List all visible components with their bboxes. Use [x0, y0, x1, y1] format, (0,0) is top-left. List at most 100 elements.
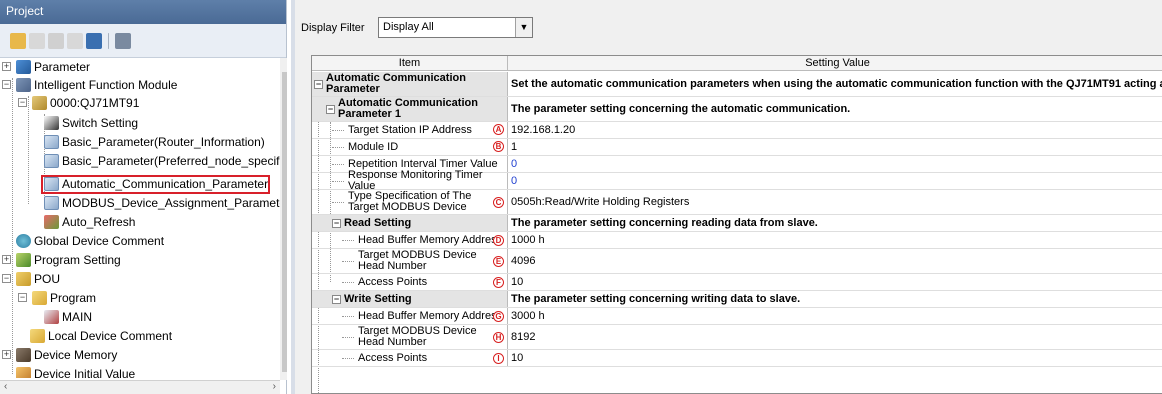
setting-value[interactable]: 0505h:Read/Write Holding Registers [508, 190, 1162, 214]
table-row: − Read Setting The parameter setting con… [312, 215, 1162, 232]
auto-refresh-icon [44, 215, 59, 229]
setting-value[interactable]: 192.168.1.20 [508, 122, 1162, 138]
device-memory-icon [16, 348, 31, 362]
annotation-marker: C [493, 197, 504, 208]
folder-icon [32, 291, 47, 305]
tree-item-global-device-comment[interactable]: Global Device Comment [16, 232, 164, 250]
pou-icon [16, 272, 31, 286]
program-setting-icon [16, 253, 31, 267]
tree-item-device-memory[interactable]: + Device Memory [0, 346, 117, 364]
setting-value[interactable]: 1000 h [508, 232, 1162, 248]
table-row[interactable]: Type Specification of The Target MODBUS … [312, 190, 1162, 215]
annotation-marker: E [493, 256, 504, 267]
expand-icon[interactable]: + [2, 255, 11, 264]
tree-item-auto-refresh[interactable]: Auto_Refresh [44, 213, 135, 231]
setting-value[interactable]: 8192 [508, 325, 1162, 349]
toolbar-separator [108, 32, 109, 49]
module-unit-icon [32, 96, 47, 110]
setting-value[interactable]: 0 [508, 156, 1162, 172]
save-icon[interactable] [86, 32, 102, 49]
tree-item-basic-parameter-preferred[interactable]: Basic_Parameter(Preferred_node_specifica… [44, 152, 280, 170]
scroll-right-icon[interactable]: › [273, 381, 276, 392]
tree-item-switch-setting[interactable]: Switch Setting [44, 114, 138, 132]
scroll-left-icon[interactable]: ‹ [4, 381, 7, 392]
table-row[interactable]: Module ID B 1 [312, 139, 1162, 156]
expand-icon[interactable]: + [2, 350, 11, 359]
project-pane-title: Project [0, 0, 286, 24]
tree-item-parameter[interactable]: + Parameter [0, 58, 90, 76]
column-header-setting-value[interactable]: Setting Value [508, 56, 1162, 71]
project-pane: Project + Parameter − Intelligent Functi… [0, 0, 287, 394]
display-filter-value: Display All [383, 21, 434, 33]
setting-value[interactable]: 3000 h [508, 308, 1162, 324]
tree-item-basic-parameter-router[interactable]: Basic_Parameter(Router_Information) [44, 133, 265, 151]
annotation-marker: G [493, 311, 504, 322]
display-filter-select[interactable]: Display All ▼ [378, 17, 533, 38]
settings-panel: Display Filter Display All ▼ Item Settin… [291, 0, 1162, 394]
tree-horizontal-scrollbar[interactable]: ‹ › [0, 380, 280, 394]
collapse-icon[interactable]: − [314, 80, 323, 89]
table-row: − Write Setting The parameter setting co… [312, 291, 1162, 308]
filter-bar: Display Filter Display All ▼ [295, 0, 1162, 48]
collapse-icon[interactable]: − [326, 105, 335, 114]
table-row: − Automatic Communication Parameter Set … [312, 72, 1162, 97]
setting-value[interactable]: 10 [508, 274, 1162, 290]
project-tree: + Parameter − Intelligent Function Modul… [0, 58, 280, 378]
display-filter-label: Display Filter [301, 22, 365, 34]
tree-item-local-device-comment[interactable]: Local Device Comment [30, 327, 172, 345]
table-row[interactable]: Target Station IP Address A 192.168.1.20 [312, 122, 1162, 139]
collapse-icon[interactable]: − [18, 293, 27, 302]
folder-icon [30, 329, 45, 343]
paste-icon[interactable] [67, 32, 83, 49]
parameter-grid: Item Setting Value − Automatic Communica… [311, 55, 1162, 394]
tree-item-modbus-device-assignment[interactable]: MODBUS_Device_Assignment_Parameter [44, 194, 280, 212]
tree-item-intelligent-function-module[interactable]: − Intelligent Function Module [0, 76, 177, 94]
annotation-marker: F [493, 277, 504, 288]
table-row[interactable]: Access Points I 10 [312, 350, 1162, 367]
tree-item-program-setting[interactable]: + Program Setting [0, 251, 121, 269]
globe-icon [16, 234, 31, 248]
properties-icon[interactable] [115, 32, 131, 49]
parameter-icon [16, 60, 31, 74]
parameter-file-icon [44, 135, 59, 149]
annotation-marker: D [493, 235, 504, 246]
parameter-file-icon [44, 154, 59, 168]
setting-value[interactable]: 4096 [508, 249, 1162, 273]
tree-item-program[interactable]: − Program [16, 289, 96, 307]
table-row[interactable]: Head Buffer Memory Address G 3000 h [312, 308, 1162, 325]
collapse-icon[interactable]: − [332, 295, 341, 304]
column-header-item[interactable]: Item [312, 56, 508, 71]
program-main-icon [44, 310, 59, 324]
project-toolbar [0, 24, 286, 58]
table-row[interactable]: Target MODBUS Device Head Number E 4096 [312, 249, 1162, 274]
collapse-icon[interactable]: − [2, 274, 11, 283]
tree-item-pou[interactable]: − POU [0, 270, 60, 288]
annotation-marker: I [493, 353, 504, 364]
copy-icon[interactable] [48, 32, 64, 49]
annotation-marker: H [493, 332, 504, 343]
annotation-marker: B [493, 141, 504, 152]
annotation-marker: A [493, 124, 504, 135]
table-row[interactable]: Target MODBUS Device Head Number H 8192 [312, 325, 1162, 350]
collapse-icon[interactable]: − [332, 219, 341, 228]
new-icon[interactable] [10, 32, 26, 49]
tree-item-main[interactable]: MAIN [44, 308, 92, 326]
table-row[interactable]: Access Points F 10 [312, 274, 1162, 291]
tree-item-qj71mt91[interactable]: − 0000:QJ71MT91 [16, 94, 139, 112]
collapse-icon[interactable]: − [18, 98, 27, 107]
setting-value[interactable]: 0 [508, 173, 1162, 189]
expand-icon[interactable]: + [2, 62, 11, 71]
table-row[interactable]: Response Monitoring Timer Value 0 [312, 170, 1162, 192]
setting-value[interactable]: 1 [508, 139, 1162, 155]
collapse-icon[interactable]: − [2, 80, 11, 89]
selection-highlight [41, 175, 270, 194]
parameter-file-icon [44, 196, 59, 210]
switch-setting-icon [44, 116, 59, 130]
setting-value[interactable]: 10 [508, 350, 1162, 366]
table-row[interactable]: Head Buffer Memory Address D 1000 h [312, 232, 1162, 249]
open-icon[interactable] [29, 32, 45, 49]
tree-vertical-scrollbar-thumb[interactable] [282, 72, 287, 372]
device-initial-icon [16, 367, 31, 378]
chevron-down-icon[interactable]: ▼ [515, 18, 532, 37]
tree-item-device-initial-value[interactable]: Device Initial Value [16, 365, 135, 378]
